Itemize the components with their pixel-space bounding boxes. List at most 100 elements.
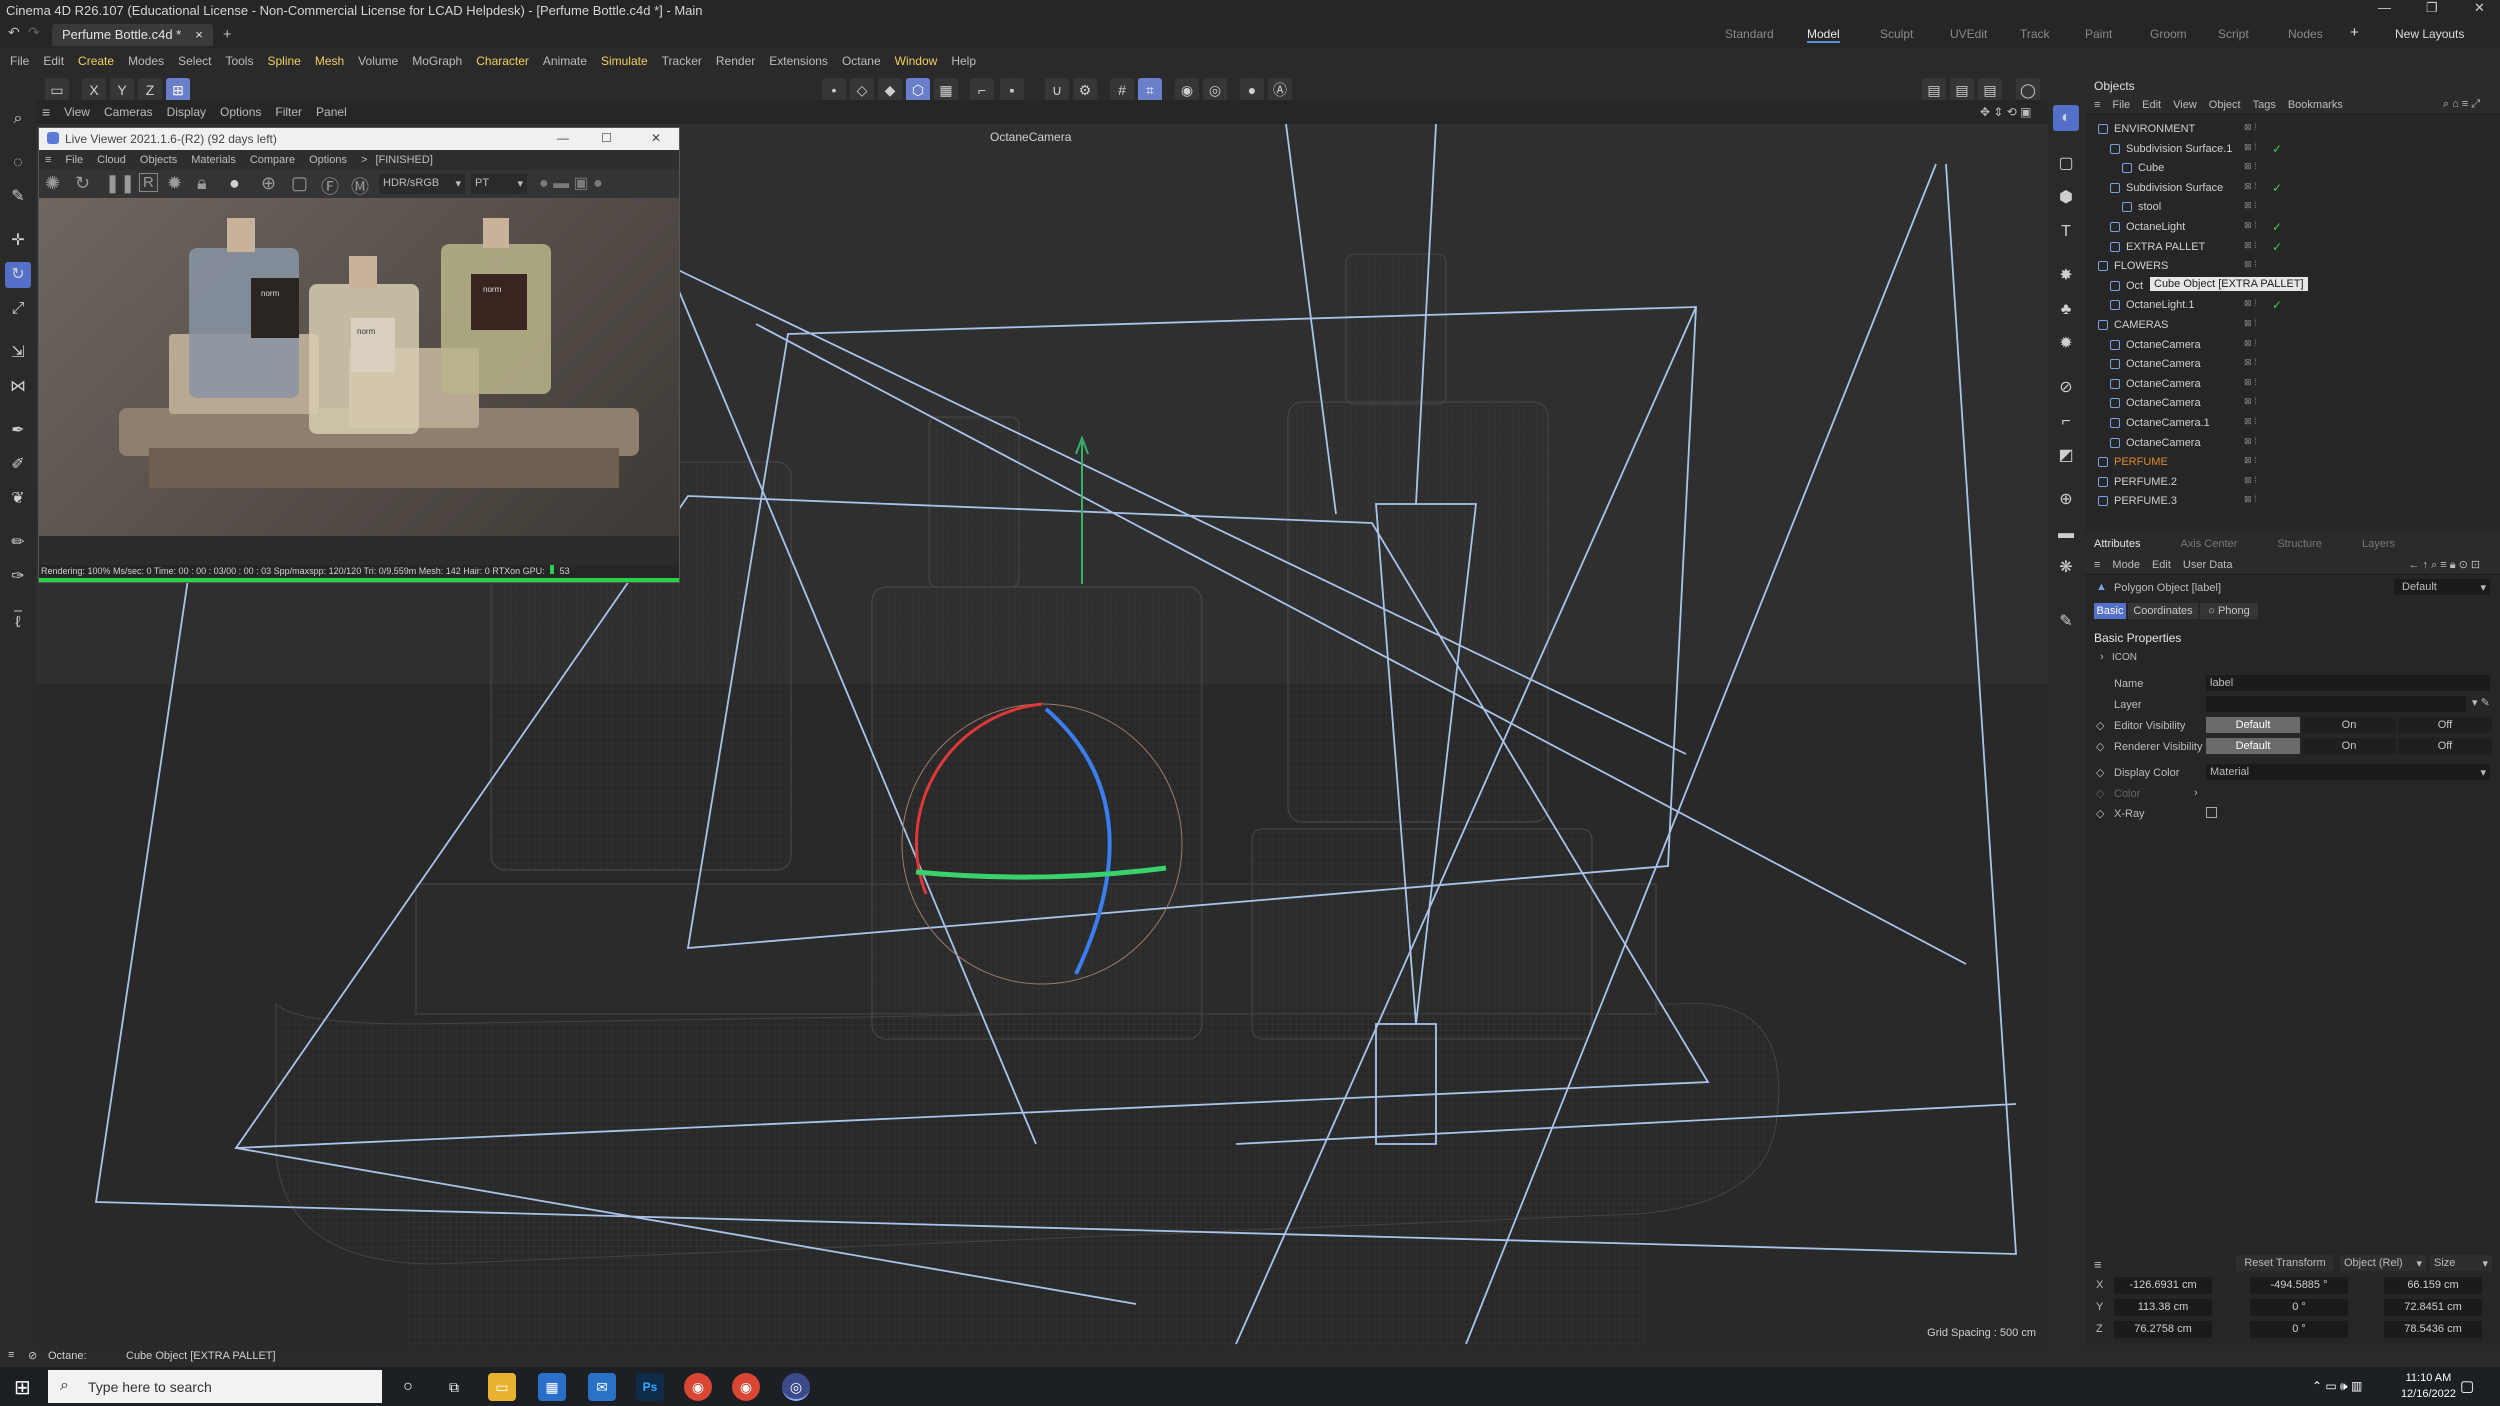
- lv-menu-file[interactable]: File: [65, 154, 83, 166]
- layer-field[interactable]: [2206, 696, 2466, 712]
- lv-extra-tools-icon[interactable]: ● ▬ ▣ ●: [539, 173, 603, 193]
- environment-icon[interactable]: ❋: [2053, 555, 2079, 581]
- axis-y-button[interactable]: Y: [110, 78, 134, 102]
- task-view-icon[interactable]: ⧉: [440, 1373, 468, 1401]
- tray-icons[interactable]: ⌃ ▭ 🕪︎ ▥: [2312, 1379, 2362, 1394]
- coord-pos-field[interactable]: -126.6931 cm: [2114, 1277, 2212, 1294]
- lv-menu-cloud[interactable]: Cloud: [97, 154, 126, 166]
- lv-kernel-select[interactable]: PT ▾: [471, 174, 527, 194]
- menu-octane[interactable]: Octane: [842, 54, 881, 68]
- lv-menu-options[interactable]: Options: [309, 154, 347, 166]
- layout-uvedit[interactable]: UVEdit: [1950, 27, 1987, 41]
- grid-snap-icon[interactable]: #: [1110, 78, 1134, 102]
- object-row[interactable]: OctaneCamera.1 ⊠ ⁞: [2086, 414, 2500, 433]
- notification-icon[interactable]: ▢: [2460, 1377, 2474, 1395]
- object-row[interactable]: OctaneCamera ⊠ ⁞: [2086, 375, 2500, 394]
- visibility-dots-icon[interactable]: ⊠ ⁞: [2244, 494, 2257, 505]
- camera-icon[interactable]: ⌐: [2053, 409, 2079, 435]
- render-settings-icon[interactable]: Ⓐ: [1268, 78, 1292, 102]
- live-selection-icon[interactable]: ◌: [5, 150, 31, 176]
- cortana-icon[interactable]: ○: [394, 1373, 422, 1401]
- object-row[interactable]: PERFUME ⊠ ⁞: [2086, 453, 2500, 472]
- polygons-mode-icon[interactable]: ◆: [878, 78, 902, 102]
- object-row[interactable]: OctaneCamera ⊠ ⁞: [2086, 394, 2500, 413]
- lv-close-icon[interactable]: ✕: [651, 131, 661, 145]
- icon-group-row[interactable]: › ICON: [2086, 649, 2500, 669]
- menu-edit[interactable]: Edit: [43, 54, 64, 68]
- workplane-icon[interactable]: ⌐: [970, 78, 994, 102]
- menu-tracker[interactable]: Tracker: [662, 54, 702, 68]
- viewport-menu-cameras[interactable]: Cameras: [104, 105, 153, 119]
- menu-spline[interactable]: Spline: [267, 54, 300, 68]
- keyframe-icon[interactable]: ◇: [2096, 740, 2104, 753]
- object-row[interactable]: ENVIRONMENT ⊠ ⁞: [2086, 120, 2500, 139]
- mail-icon[interactable]: ✉: [588, 1373, 616, 1401]
- menu-simulate[interactable]: Simulate: [601, 54, 648, 68]
- objects-menu-object[interactable]: Object: [2209, 99, 2241, 111]
- file-explorer-icon[interactable]: ▭: [488, 1373, 516, 1401]
- lv-lock-icon[interactable]: 🔒︎: [197, 173, 207, 194]
- coord-pos-field[interactable]: 113.38 cm: [2114, 1299, 2212, 1316]
- lv-send-scene-icon[interactable]: ✺: [45, 173, 60, 194]
- lv-tonemap-select[interactable]: HDR/sRGB ▾: [379, 174, 465, 194]
- menu-create[interactable]: Create: [78, 54, 114, 68]
- visibility-dots-icon[interactable]: ⊠ ⁞: [2244, 220, 2257, 231]
- menu-volume[interactable]: Volume: [358, 54, 398, 68]
- display-color-select[interactable]: Material ▾: [2206, 764, 2490, 780]
- coord-pos-field[interactable]: 76.2758 cm: [2114, 1321, 2212, 1338]
- lv-maximize-icon[interactable]: ☐: [601, 131, 612, 145]
- renderer-vis-off[interactable]: Off: [2398, 738, 2492, 754]
- statusbar-menu-icon[interactable]: ≡: [8, 1349, 14, 1361]
- attributes-menu-userdata[interactable]: User Data: [2183, 559, 2233, 571]
- viewport-menu-display[interactable]: Display: [167, 105, 206, 119]
- windows-start-icon[interactable]: ⊞: [14, 1375, 31, 1400]
- menu-extensions[interactable]: Extensions: [769, 54, 828, 68]
- object-row[interactable]: stool ⊠ ⁞: [2086, 198, 2500, 217]
- new-layouts-button[interactable]: New Layouts: [2395, 27, 2464, 41]
- coord-mode-select[interactable]: Object (Rel) ▾: [2340, 1255, 2426, 1271]
- tab-layers[interactable]: Layers: [2362, 538, 2395, 550]
- redo-icon[interactable]: ↷: [28, 24, 40, 41]
- cube-primitive-icon[interactable]: ▢: [2053, 151, 2079, 177]
- menu-character[interactable]: Character: [476, 54, 529, 68]
- attributes-menu-edit[interactable]: Edit: [2152, 559, 2171, 571]
- object-row[interactable]: PERFUME.3 ⊠ ⁞: [2086, 492, 2500, 511]
- lv-settings-icon[interactable]: ✹: [167, 173, 182, 194]
- render-view-icon[interactable]: ●: [1240, 78, 1264, 102]
- axis-z-button[interactable]: Z: [138, 78, 162, 102]
- restore-icon[interactable]: ❐: [2426, 0, 2438, 16]
- lv-menu-objects[interactable]: Objects: [140, 154, 177, 166]
- objects-search-icon[interactable]: ⌕ ⌂ ≡ ⤢: [2443, 98, 2480, 111]
- lasso-icon[interactable]: ℓ: [5, 610, 31, 636]
- lv-focus-icon[interactable]: Ⓕ: [321, 173, 339, 199]
- field-icon[interactable]: ⊘: [2053, 375, 2079, 401]
- floor-icon[interactable]: ▬: [2053, 521, 2079, 547]
- deformer-icon[interactable]: ✹: [2053, 331, 2079, 357]
- tab-structure[interactable]: Structure: [2277, 538, 2322, 550]
- enabled-check-icon[interactable]: ✓: [2272, 142, 2282, 156]
- layout-track[interactable]: Track: [2020, 27, 2050, 41]
- viewport-nav-icons[interactable]: ✥ ⇕ ⟲ ▣: [1980, 105, 2032, 119]
- viewport-menu-view[interactable]: View: [64, 105, 90, 119]
- visibility-dots-icon[interactable]: ⊠ ⁞: [2244, 259, 2257, 270]
- sky-icon[interactable]: ⊕: [2053, 487, 2079, 513]
- editor-vis-on[interactable]: On: [2302, 717, 2396, 733]
- attributes-nav-icons[interactable]: ← ↑ ⌕ ≡ 🔒︎ ⊙ ⊡: [2408, 558, 2480, 572]
- menu-help[interactable]: Help: [951, 54, 976, 68]
- menu-select[interactable]: Select: [178, 54, 211, 68]
- quantize-icon[interactable]: ⌗: [1138, 78, 1162, 102]
- visibility-dots-icon[interactable]: ⊠ ⁞: [2244, 181, 2257, 192]
- subtab-basic[interactable]: Basic: [2094, 603, 2126, 619]
- layout-script[interactable]: Script: [2218, 27, 2249, 41]
- layout-standard[interactable]: Standard: [1725, 27, 1774, 41]
- coord-size-field[interactable]: 78.5436 cm: [2384, 1321, 2482, 1338]
- attributes-hamburger-icon[interactable]: ≡: [2094, 559, 2100, 571]
- layout-paint[interactable]: Paint: [2085, 27, 2112, 41]
- lv-add-icon[interactable]: ⊕: [261, 173, 276, 194]
- scale-icon[interactable]: ⤢: [5, 296, 31, 322]
- axis-x-button[interactable]: X: [82, 78, 106, 102]
- object-row[interactable]: OctaneCamera ⊠ ⁞: [2086, 355, 2500, 374]
- transform-icon[interactable]: ⇲: [5, 340, 31, 366]
- mograph-icon[interactable]: ♣: [2053, 297, 2079, 323]
- locked-workplane-icon[interactable]: ▪: [1000, 78, 1024, 102]
